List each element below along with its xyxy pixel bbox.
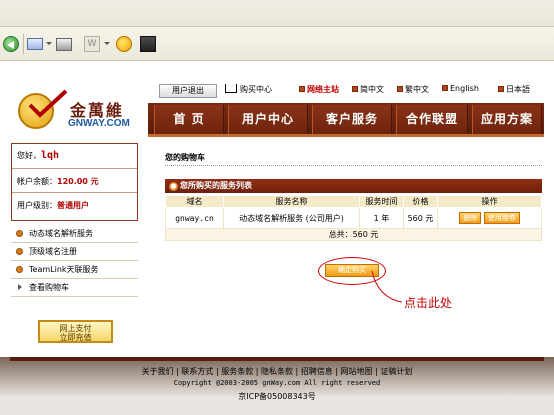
col-time: 服务时间 — [359, 195, 404, 208]
cell-service: 动态域名解析服务 (公司用户) — [223, 207, 360, 229]
bullet-icon — [16, 248, 23, 255]
cart-total: 总共：560 元 — [165, 228, 542, 241]
edit-icon[interactable]: W — [84, 36, 100, 52]
title-divider — [165, 165, 542, 166]
service-table: 域名 服务名称 服务时间 价格 操作 gnway.cn 动态域名解析服务 (公司… — [165, 195, 542, 241]
lang-english[interactable]: English — [442, 84, 479, 93]
confirm-purchase-button[interactable]: 确定购买 — [325, 264, 379, 277]
logo-english-name: GNWAY.COM — [68, 118, 130, 129]
col-service: 服务名称 — [223, 195, 360, 208]
messenger-icon[interactable] — [116, 36, 132, 52]
greeting: 您好，lqh — [17, 150, 60, 161]
side-item-teamlink[interactable]: TeamLink天联服务 — [11, 261, 138, 279]
nav-home[interactable]: 首 页 — [154, 105, 224, 134]
flag-icon — [299, 86, 305, 92]
bullet-icon — [16, 266, 23, 273]
edit-dropdown-icon[interactable] — [104, 42, 110, 45]
annotation-text: 点击此处 — [404, 296, 453, 310]
table-row: gnway.cn 动态域名解析服务 (公司用户) 1 年 560 元 删除 使用… — [165, 207, 542, 229]
browser-toolbar: W — [0, 27, 554, 61]
mail-icon[interactable] — [27, 38, 43, 50]
footer-copyright: Copyright @2003-2005 gnWay.com All right… — [173, 379, 381, 387]
print-icon[interactable] — [56, 38, 72, 51]
main-nav: 首 页 用户中心 客户服务 合作联盟 应用方案 — [148, 103, 544, 137]
logout-button[interactable]: 用户退出 — [159, 84, 217, 98]
side-menu: 动态域名解析服务 顶级域名注册 TeamLink天联服务 查看购物车 — [11, 225, 138, 297]
flag-icon — [498, 86, 504, 92]
nav-alliance[interactable]: 合作联盟 — [396, 105, 468, 134]
use-coupon-button[interactable]: 使用赠券 — [483, 212, 520, 224]
lang-main-site[interactable]: 网络主站 — [299, 84, 339, 95]
level-row: 用户级别：普通用户 — [17, 201, 89, 210]
side-item-view-cart[interactable]: 查看购物车 — [11, 279, 138, 297]
cell-domain: gnway.cn — [165, 207, 224, 229]
nav-solutions[interactable]: 应用方案 — [472, 105, 542, 134]
side-item-ddns[interactable]: 动态域名解析服务 — [11, 225, 138, 243]
online-pay-badge[interactable]: 网上支付 立即充值 — [38, 320, 113, 343]
footer-links[interactable]: 关于我们 | 联系方式 | 服务条款 | 隐私条款 | 招聘信息 | 网站地图 … — [0, 366, 554, 377]
balance-value: 120.00 元 — [57, 177, 99, 186]
nav-user-center[interactable]: 用户中心 — [228, 105, 308, 134]
research-icon[interactable] — [140, 36, 156, 52]
nav-customer-service[interactable]: 客户服务 — [312, 105, 392, 134]
lang-simplified[interactable]: 简中文 — [352, 84, 384, 95]
flag-icon — [397, 86, 403, 92]
footer-rule — [10, 357, 544, 361]
side-item-domain-register[interactable]: 顶级域名注册 — [11, 243, 138, 261]
cell-time: 1 年 — [359, 207, 404, 229]
divider — [12, 168, 137, 169]
col-price: 价格 — [403, 195, 438, 208]
table-header-row: 域名 服务名称 服务时间 价格 操作 — [165, 195, 542, 208]
lang-japanese[interactable]: 日本語 — [498, 84, 530, 95]
site-logo[interactable]: 金萬維 GNWAY.COM — [10, 75, 138, 138]
toolbar-separator — [23, 34, 24, 54]
utility-bar: 用户退出 购买中心 网络主站 简中文 繁中文 English 日本語 — [152, 79, 544, 101]
service-list-header: ● 您所购买的服务列表 — [165, 179, 542, 193]
divider — [12, 192, 137, 193]
cart-icon — [225, 84, 237, 93]
mail-dropdown-icon[interactable] — [46, 42, 52, 45]
cell-actions: 删除 使用赠券 — [437, 207, 542, 229]
cart-link-label: 购买中心 — [240, 85, 272, 94]
col-domain: 域名 — [165, 195, 224, 208]
cart-link[interactable]: 购买中心 — [225, 84, 272, 95]
flag-icon — [352, 86, 358, 92]
back-icon[interactable] — [3, 36, 19, 52]
info-icon: ● — [169, 182, 178, 191]
logo-check-icon — [28, 89, 68, 118]
page-title: 您的购物车 — [165, 153, 205, 162]
browser-titlebar — [0, 0, 554, 27]
account-panel: 您好，lqh 帐户余额：120.00 元 用户级别：普通用户 — [11, 143, 138, 221]
cell-price: 560 元 — [403, 207, 438, 229]
bullet-icon — [16, 230, 23, 237]
flag-icon — [442, 85, 448, 91]
arrow-right-icon — [18, 284, 22, 290]
username: lqh — [41, 150, 60, 161]
lang-traditional[interactable]: 繁中文 — [397, 84, 429, 95]
level-value: 普通用户 — [57, 201, 89, 210]
col-actions: 操作 — [437, 195, 542, 208]
footer-icp: 京ICP备05008343号 — [238, 392, 316, 401]
balance-row: 帐户余额：120.00 元 — [17, 177, 99, 186]
delete-button[interactable]: 删除 — [459, 212, 482, 224]
total-row: 总共：560 元 — [165, 228, 542, 241]
